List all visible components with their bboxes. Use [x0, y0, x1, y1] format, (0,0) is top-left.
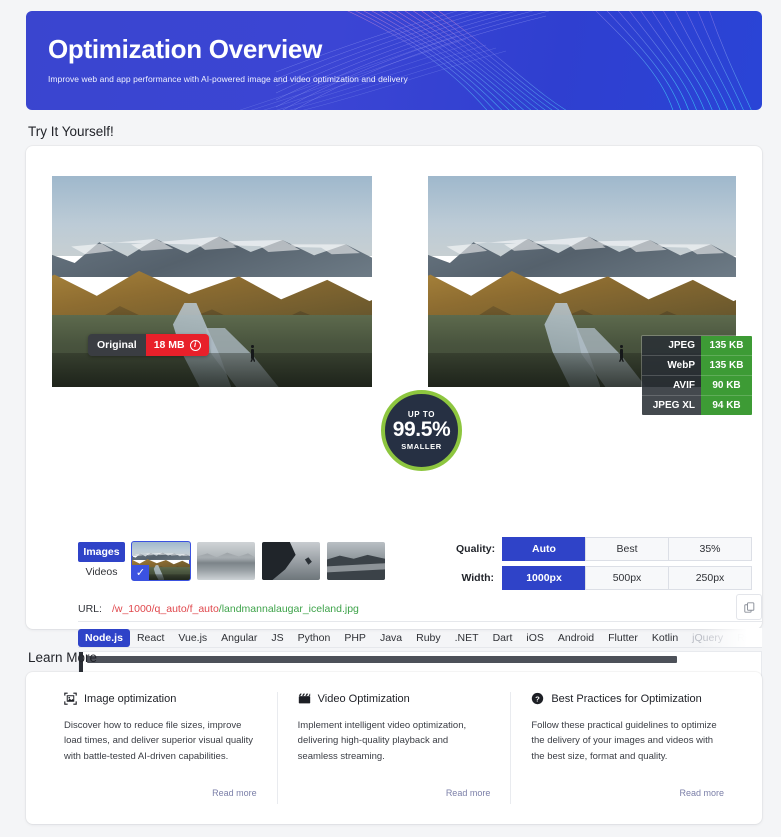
media-tab-videos[interactable]: Videos [78, 562, 125, 582]
lang-tab-nodejs[interactable]: Node.js [78, 629, 130, 647]
lang-tab-java[interactable]: Java [373, 629, 409, 647]
format-row-avif: AVIF 90 KB [642, 376, 752, 396]
lang-tab-kotlin[interactable]: Kotlin [645, 629, 685, 647]
read-more-link[interactable]: Read more [446, 788, 491, 798]
learn-card-video-optimization[interactable]: Video Optimization Implement intelligent… [277, 692, 511, 804]
media-selector: Images Videos ✓ [78, 542, 385, 582]
width-label: Width: [456, 572, 503, 584]
url-transform-params: /w_1000/q_auto/f_auto [112, 603, 219, 615]
quality-option-35[interactable]: 35% [668, 537, 752, 561]
learn-card-description: Implement intelligent video optimization… [298, 718, 491, 764]
format-size: 135 KB [701, 336, 752, 356]
learn-card-best-practices[interactable]: ? Best Practices for Optimization Follow… [510, 692, 744, 804]
media-tab-images[interactable]: Images [78, 542, 125, 562]
try-it-yourself-heading: Try It Yourself! [28, 124, 114, 139]
thumbnail-selected-check: ✓ [132, 565, 149, 580]
quality-option-auto[interactable]: Auto [502, 537, 586, 561]
width-option-1000[interactable]: 1000px [502, 566, 586, 590]
savings-smaller-label: SMALLER [401, 442, 441, 451]
thumbnail-landmannalaugar[interactable]: ✓ [132, 542, 190, 580]
format-size: 135 KB [701, 356, 752, 376]
lang-tab-dotnet[interactable]: .NET [448, 629, 486, 647]
hero-banner: Optimization Overview Improve web and ap… [26, 11, 762, 110]
learn-card-title: Video Optimization [318, 693, 410, 705]
image-optimization-icon [64, 692, 77, 705]
thumbnail-rocky-shore[interactable] [327, 542, 385, 580]
copy-icon [744, 602, 755, 613]
transformation-controls: Quality: Auto Best 35% Width: 1000px 500… [456, 537, 752, 595]
learn-card-title: Best Practices for Optimization [551, 693, 701, 705]
optimization-overview-page: Optimization Overview Improve web and ap… [0, 0, 781, 837]
quality-control-row: Quality: Auto Best 35% [456, 537, 752, 561]
width-control-row: Width: 1000px 500px 250px [456, 566, 752, 590]
learn-more-heading: Learn More [28, 650, 97, 665]
code-scroll-track[interactable] [83, 654, 760, 661]
width-segmented-control: 1000px 500px 250px [503, 566, 752, 590]
lang-tab-php[interactable]: PHP [337, 629, 373, 647]
lang-tab-js[interactable]: JS [264, 629, 290, 647]
lang-tab-flutter[interactable]: Flutter [601, 629, 645, 647]
code-language-tabs: Node.js React Vue.js Angular JS Python P… [78, 628, 762, 648]
lang-tab-dart[interactable]: Dart [486, 629, 520, 647]
comparison-divider [372, 176, 428, 387]
svg-text:?: ? [535, 694, 540, 703]
learn-more-cards: Image optimization Discover how to reduc… [26, 672, 762, 824]
question-mark-circle-icon: ? [531, 692, 544, 705]
quality-segmented-control: Auto Best 35% [503, 537, 752, 561]
learn-card-title: Image optimization [84, 693, 176, 705]
format-name: WebP [642, 356, 701, 376]
learn-card-image-optimization[interactable]: Image optimization Discover how to reduc… [44, 692, 277, 804]
format-row-jpegxl: JPEG XL 94 KB [642, 396, 752, 415]
url-filename: /landmannalaugar_iceland.jpg [219, 603, 359, 615]
learn-card-description: Discover how to reduce file sizes, impro… [64, 718, 257, 764]
thumbnail-black-cliff[interactable] [262, 542, 320, 580]
format-size: 94 KB [701, 396, 752, 415]
lang-tab-ios[interactable]: iOS [519, 629, 551, 647]
page-subtitle: Improve web and app performance with AI-… [48, 74, 762, 84]
url-value[interactable]: /w_1000/q_auto/f_auto/landmannalaugar_ic… [112, 603, 359, 615]
width-option-250[interactable]: 250px [668, 566, 752, 590]
format-row-webp: WebP 135 KB [642, 356, 752, 376]
media-type-toggle: Images Videos [78, 542, 125, 582]
url-label: URL: [78, 603, 102, 615]
lang-tab-angular[interactable]: Angular [214, 629, 264, 647]
lang-tab-vuejs[interactable]: Vue.js [171, 629, 214, 647]
original-badge-size: 18 MB i [146, 334, 209, 356]
info-icon[interactable]: i [190, 340, 201, 351]
original-size-badge: Original 18 MB i [88, 334, 209, 356]
lang-tab-react[interactable]: React [130, 629, 171, 647]
quality-label: Quality: [456, 543, 503, 555]
lang-tab-ruby[interactable]: Ruby [409, 629, 448, 647]
video-clapperboard-icon [298, 692, 311, 705]
thumbnail-lake-reflection[interactable] [197, 542, 255, 580]
format-size-table: JPEG 135 KB WebP 135 KB AVIF 90 KB JPEG … [641, 335, 753, 416]
tabs-overflow-fade [702, 628, 762, 648]
lang-tab-python[interactable]: Python [291, 629, 338, 647]
learn-card-description: Follow these practical guidelines to opt… [531, 718, 724, 764]
read-more-link[interactable]: Read more [212, 788, 257, 798]
url-bar: URL: /w_1000/q_auto/f_auto/landmannalaug… [78, 596, 762, 622]
copy-url-button[interactable] [736, 594, 762, 620]
code-scroll-thumb[interactable] [87, 656, 677, 663]
width-option-500[interactable]: 500px [585, 566, 669, 590]
page-title: Optimization Overview [48, 35, 762, 64]
format-size: 90 KB [701, 376, 752, 396]
format-name: JPEG XL [642, 396, 701, 415]
original-size-value: 18 MB [154, 339, 185, 351]
lang-tab-android[interactable]: Android [551, 629, 601, 647]
format-row-jpeg: JPEG 135 KB [642, 336, 752, 356]
interactive-demo-card: Images Videos ✓ [26, 146, 762, 629]
format-name: AVIF [642, 376, 701, 396]
savings-badge: UP TO 99.5% SMALLER [381, 390, 462, 471]
original-badge-label: Original [88, 334, 146, 356]
savings-percent: 99.5% [393, 419, 451, 441]
format-name: JPEG [642, 336, 701, 356]
read-more-link[interactable]: Read more [679, 788, 724, 798]
quality-option-best[interactable]: Best [585, 537, 669, 561]
